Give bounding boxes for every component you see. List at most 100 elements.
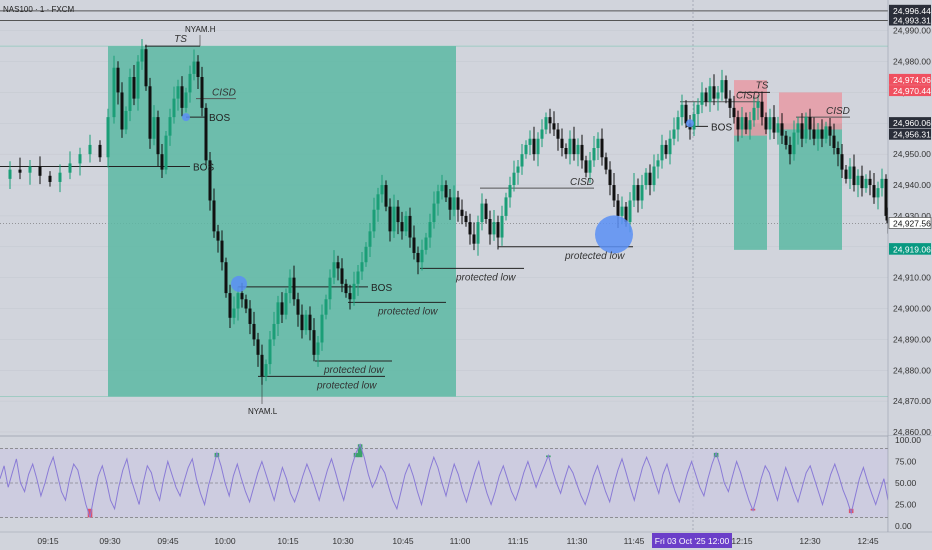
candle-body [204,107,208,161]
candle-body [472,234,476,244]
candle-body [328,277,332,300]
candle-body [432,203,436,223]
candle-body [58,172,62,182]
price-badge-label: 24,960.06 [893,118,931,128]
candle-body [676,117,680,130]
time-tick: 12:15 [731,536,753,546]
candle-body [148,86,152,139]
candle-body [136,61,140,99]
candle-body [744,117,748,130]
candle-body [496,222,500,238]
candle-body [120,92,124,130]
candle-body [572,138,576,155]
price-tick: 24,870.00 [893,396,931,406]
marker-circle [231,275,247,292]
candle-body [768,117,772,130]
candle-body [672,129,676,139]
candle-body [792,132,796,155]
trading-chart[interactable]: BOSBOSBOSBOSCISDCISDCISDCISDTSTSprotecte… [0,0,932,550]
candle-body [348,293,352,300]
candle-body [648,172,652,186]
candle-body [684,104,688,124]
time-tick: 09:15 [37,536,59,546]
time-tick: 09:45 [157,536,179,546]
green-zone [108,46,456,397]
candle-body [544,117,548,130]
candle-body [232,308,236,318]
candle-body [808,117,812,130]
candle-body [408,215,412,238]
candle-body [392,206,396,232]
price-tick: 24,940.00 [893,180,931,190]
level-label: protected low [323,365,384,376]
candle-body [368,231,372,247]
candle-body [240,293,244,300]
candle-body [460,209,464,216]
price-badge-label: 24,956.31 [893,130,931,140]
candle-body [140,49,144,62]
candle-body [484,203,488,219]
candle-body [128,77,132,111]
candle-body [716,92,720,99]
candle-body [18,169,22,173]
candle-body [588,160,592,173]
level-label: CISD [736,91,760,102]
price-tick: 24,950.00 [893,149,931,159]
candle-body [720,80,724,93]
candle-body [632,185,636,201]
candle-body [696,104,700,115]
candle-body [176,86,180,99]
nyam-high-label: NYAM.H [185,25,216,34]
candle-body [164,135,168,170]
candle-body [864,178,868,189]
candle-body [172,98,176,118]
candle-body [844,169,848,179]
candle-body [876,188,880,198]
candle-body [812,129,816,139]
candle-body [576,144,580,155]
candle-body [396,206,400,223]
level-label: CISD [212,88,236,99]
time-tick: 11:15 [508,536,529,546]
candle-body [332,262,336,278]
candle-body [292,277,296,300]
level-label: TS [756,80,769,91]
price-badge-label: 24,993.31 [893,15,931,25]
candle-body [748,120,752,130]
candle-body [580,144,584,161]
candle-body [772,117,776,133]
candle-body [196,61,200,77]
candle-body [256,339,260,355]
level-label: CISD [826,106,850,117]
candle-body [816,129,820,139]
candle-body [106,117,110,158]
level-label: BOS [193,163,214,174]
candle-body [540,129,544,139]
candle-body [284,293,288,315]
level-label: CISD [570,177,594,188]
candle-body [296,299,300,315]
candle-body [312,330,316,355]
price-badge-label: 24,974.06 [893,75,931,85]
candle-body [620,206,624,216]
candle-body [516,166,520,173]
level-label: protected low [377,306,438,317]
candle-body [388,206,392,232]
candle-body [404,215,408,232]
time-tick: 12:45 [857,536,879,546]
candle-body [820,129,824,139]
oscillator-band [0,448,888,518]
candle-body [144,49,148,87]
time-tick: 11:45 [624,536,645,546]
candle-body [612,185,616,201]
candle-body [764,117,768,130]
candle-body [728,98,732,108]
nyam-low-label: NYAM.L [248,407,278,416]
candle-body [412,237,416,253]
candle-body [216,231,220,241]
price-tick: 24,880.00 [893,365,931,375]
candle-body [752,107,756,121]
time-tick: 10:00 [214,536,236,546]
candle-body [492,222,496,235]
candle-body [372,209,376,232]
